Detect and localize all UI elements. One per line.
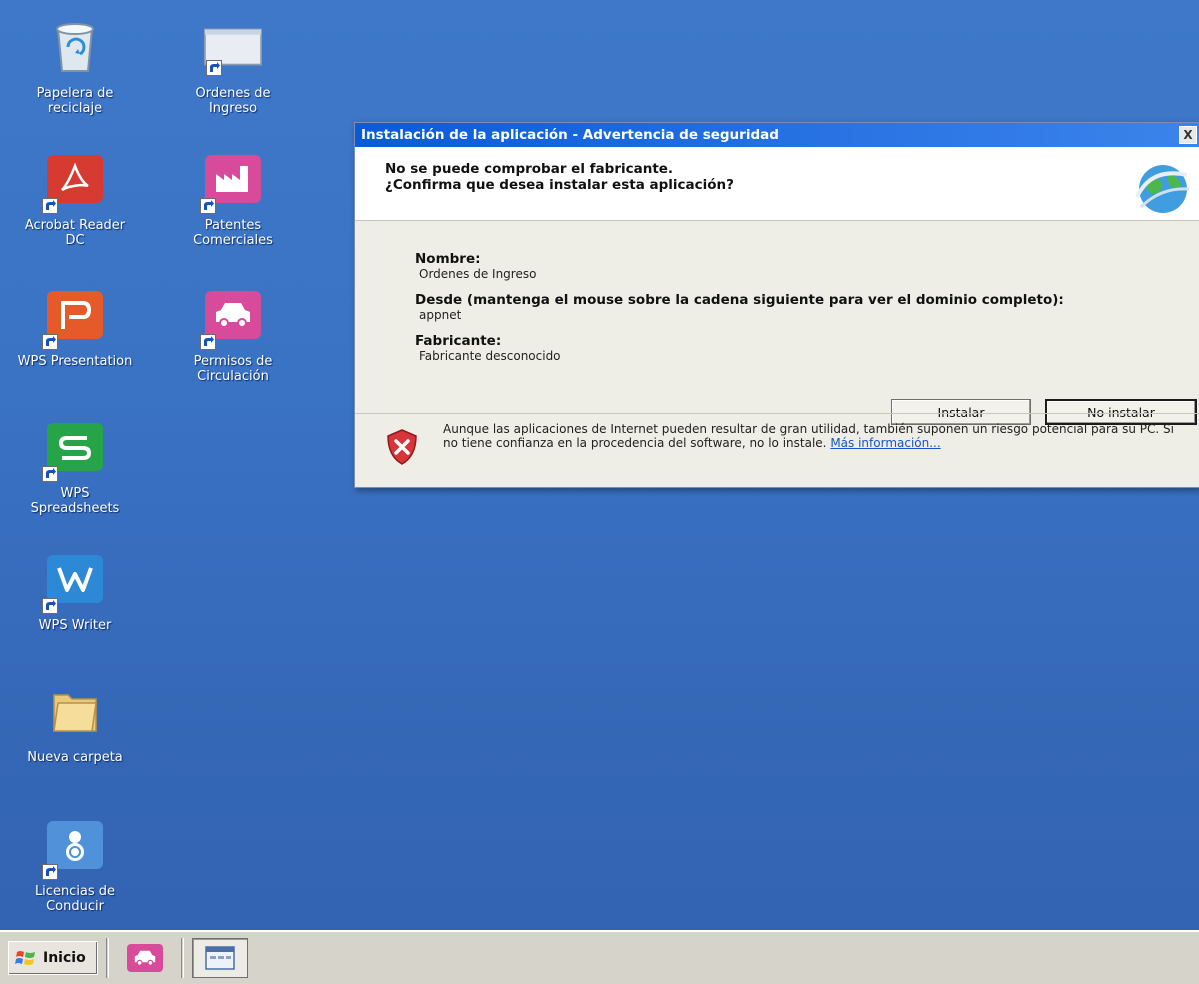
from-value[interactable]: appnet — [419, 308, 1199, 323]
publisher-value: Fabricante desconocido — [419, 349, 561, 363]
warning-message: Aunque las aplicaciones de Internet pued… — [443, 422, 1174, 450]
publisher-label: Fabricante: — [415, 333, 502, 349]
header-line-1: No se puede comprobar el fabricante. — [385, 161, 674, 177]
app-window-icon — [204, 18, 262, 76]
desktop-icon-label: Nueva carpeta — [27, 750, 123, 765]
desktop-icon-acrobat-reader[interactable]: Acrobat Reader DC — [10, 146, 140, 256]
dialog-title-bar[interactable]: Instalación de la aplicación - Advertenc… — [355, 123, 1199, 147]
car-icon — [200, 286, 262, 350]
name-value: Ordenes de Ingreso — [419, 267, 537, 281]
desktop-icon-label: Permisos de Circulación — [193, 354, 273, 384]
car-icon — [127, 944, 163, 972]
globe-icon — [1135, 165, 1190, 213]
desktop-icon-label: WPS Writer — [38, 618, 112, 633]
shortcut-arrow-icon — [42, 198, 58, 214]
taskbar-button-ordenes[interactable] — [192, 938, 248, 978]
taskbar-separator — [106, 938, 109, 978]
header-line-2: ¿Confirma que desea instalar esta aplica… — [385, 177, 734, 193]
taskbar-button-permisos[interactable] — [117, 938, 173, 978]
taskbar-separator — [181, 938, 184, 978]
dialog-body: Nombre: Ordenes de Ingreso Desde (manten… — [355, 221, 1199, 435]
close-button[interactable]: X — [1179, 126, 1197, 144]
desktop-icon-ordenes-de-ingreso[interactable]: Ordenes de Ingreso — [168, 14, 298, 124]
name-label: Nombre: — [415, 251, 481, 267]
desktop-icon-label: Papelera de reciclaje — [36, 86, 114, 116]
shortcut-arrow-icon — [42, 466, 58, 482]
shield-warning-icon — [387, 429, 417, 465]
dialog-footer: Aunque las aplicaciones de Internet pued… — [355, 413, 1199, 487]
from-label: Desde (mantenga el mouse sobre la cadena… — [415, 292, 1064, 308]
license-icon — [42, 816, 104, 880]
name-field: Nombre: Ordenes de Ingreso — [415, 251, 1199, 282]
dialog-title: Instalación de la aplicación - Advertenc… — [361, 127, 779, 143]
dialog-header: No se puede comprobar el fabricante. ¿Co… — [355, 147, 1199, 221]
desktop-icon-label: Ordenes de Ingreso — [195, 86, 271, 116]
desktop-icon-wps-presentation[interactable]: WPS Presentation — [10, 282, 140, 392]
shortcut-arrow-icon — [200, 334, 216, 350]
app-window-icon — [205, 946, 235, 970]
shortcut-arrow-icon — [42, 864, 58, 880]
desktop-icon-permisos-de-circulacion[interactable]: Permisos de Circulación — [168, 282, 298, 392]
publisher-field: Fabricante: Fabricante desconocido — [415, 333, 1199, 364]
desktop-icon-wps-writer[interactable]: WPS Writer — [10, 546, 140, 656]
shortcut-arrow-icon — [42, 598, 58, 614]
acrobat-icon — [42, 150, 104, 214]
desktop-icon-wps-spreadsheets[interactable]: WPS Spreadsheets — [10, 414, 140, 524]
taskbar: Inicio — [0, 930, 1199, 984]
desktop-icon-nueva-carpeta[interactable]: Nueva carpeta — [10, 678, 140, 788]
desktop-icon-label: Patentes Comerciales — [193, 218, 273, 248]
shortcut-arrow-icon — [200, 198, 216, 214]
wps-spreadsheets-icon — [42, 418, 104, 482]
shortcut-arrow-icon — [42, 334, 58, 350]
desktop-icon-patentes-comerciales[interactable]: Patentes Comerciales — [168, 146, 298, 256]
shortcut-arrow-icon — [206, 60, 222, 76]
desktop-icon-label: WPS Presentation — [17, 354, 133, 369]
start-button[interactable]: Inicio — [8, 941, 98, 975]
desktop-icon-recycle-bin[interactable]: Papelera de reciclaje — [10, 14, 140, 124]
wps-writer-icon — [42, 550, 104, 614]
desktop-icon-label: WPS Spreadsheets — [30, 486, 120, 516]
from-field: Desde (mantenga el mouse sobre la cadena… — [415, 292, 1199, 323]
start-label: Inicio — [43, 950, 86, 966]
desktop: Papelera de reciclaje Ordenes de Ingreso… — [0, 0, 1199, 930]
more-info-link[interactable]: Más información... — [830, 436, 940, 450]
warning-text: Aunque las aplicaciones de Internet pued… — [443, 422, 1189, 450]
factory-icon — [200, 150, 262, 214]
wps-presentation-icon — [42, 286, 104, 350]
windows-logo-icon — [15, 951, 35, 965]
security-warning-dialog: Instalación de la aplicación - Advertenc… — [354, 122, 1199, 488]
desktop-icon-label: Acrobat Reader DC — [24, 218, 126, 248]
recycle-bin-icon — [46, 18, 104, 76]
folder-icon — [46, 682, 104, 740]
desktop-icon-label: Licencias de Conducir — [34, 884, 116, 914]
desktop-icon-licencias-de-conducir[interactable]: Licencias de Conducir — [10, 812, 140, 922]
